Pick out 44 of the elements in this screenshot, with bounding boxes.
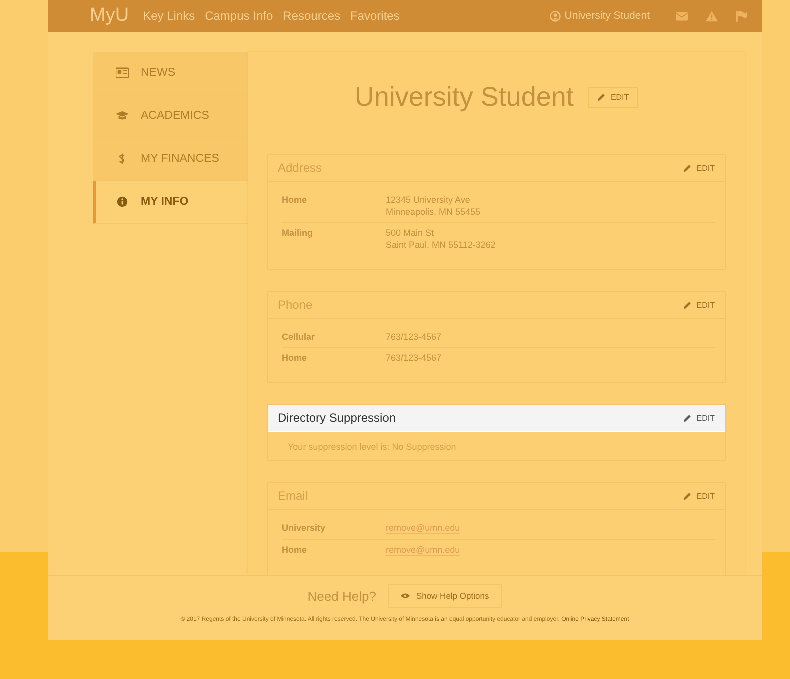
field-label: University [282, 523, 327, 534]
help-question: Need Help? [308, 588, 376, 604]
sidebar-item[interactable]: MY FINANCES [93, 138, 248, 181]
nav-link[interactable]: Resources [283, 9, 340, 23]
nav-link[interactable]: Key Links [143, 9, 196, 23]
nav-link[interactable]: Campus Info [205, 9, 274, 23]
pencil-icon [682, 492, 692, 500]
pencil-icon [682, 164, 692, 172]
logo[interactable]: MyU [90, 5, 130, 27]
field-value: Minneapolis, MN 55455 [386, 207, 481, 217]
edit-link[interactable]: EDIT [682, 164, 715, 172]
pencil-icon [596, 92, 606, 102]
field-value: 12345 University Ave [386, 195, 472, 205]
field-label: Home [282, 545, 308, 556]
field-label: Mailing [282, 228, 314, 240]
sidebar-item[interactable]: MY INFO [93, 181, 248, 224]
field-value: Saint Paul, MN 55112-3262 [386, 240, 496, 250]
newspaper-icon [116, 67, 129, 79]
edit-button[interactable]: EDIT [588, 86, 638, 108]
mail-icon[interactable] [676, 10, 688, 22]
user-icon [550, 10, 561, 22]
field-value: 500 Main St [386, 228, 436, 238]
graduation-cap-icon [116, 110, 129, 122]
field-value: 763/123-4567 [386, 353, 442, 363]
warning-icon[interactable] [706, 10, 718, 22]
pencil-icon [682, 414, 692, 422]
field-label: Home [282, 195, 308, 207]
nav-link[interactable]: Favorites [350, 9, 400, 23]
field-label: Home [282, 353, 308, 363]
sidebar-item[interactable]: ACADEMICS [93, 95, 248, 138]
sidebar-item[interactable]: NEWS [93, 52, 248, 95]
user-menu[interactable]: University Student [550, 10, 650, 22]
edit-link[interactable]: EDIT [682, 414, 715, 422]
field-value: 763/123-4567 [386, 332, 442, 342]
field-label: Cellular [282, 332, 316, 342]
pencil-icon [682, 300, 692, 310]
help-button[interactable]: Show Help Options [388, 584, 502, 608]
flag-icon[interactable] [736, 10, 748, 22]
section-title: Directory Suppression [278, 411, 396, 425]
edit-link[interactable]: EDIT [682, 300, 715, 310]
profile-name: University Student [354, 82, 574, 112]
eye-icon [401, 593, 410, 599]
info-icon [116, 196, 129, 208]
edit-link[interactable]: EDIT [682, 492, 715, 500]
